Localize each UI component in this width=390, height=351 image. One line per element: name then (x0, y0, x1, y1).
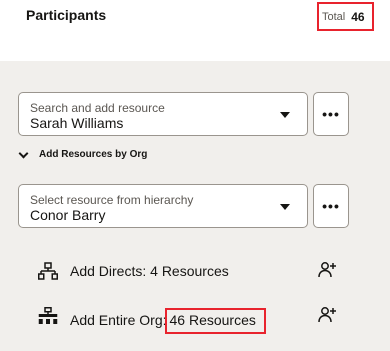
total-label: Total (322, 10, 346, 23)
add-directs-label: Add Directs: 4 Resources (70, 263, 229, 279)
participants-header: Participants Total 46 (0, 0, 390, 61)
total-summary: Total 46 (317, 2, 374, 31)
add-directs-row: Add Directs: 4 Resources (0, 256, 390, 286)
add-entire-org-prefix: Add Entire Org: (70, 312, 167, 328)
resource-search-more-button[interactable]: ••• (313, 92, 349, 136)
add-resources-by-org-toggle[interactable]: Add Resources by Org (18, 148, 148, 160)
org-chart-icon (38, 307, 58, 324)
page-title: Participants (26, 7, 107, 23)
hierarchy-select-value: Conor Barry (30, 207, 106, 223)
resource-search-label: Search and add resource (30, 101, 165, 115)
add-person-icon[interactable] (318, 261, 336, 279)
resource-search-select[interactable]: Search and add resource Sarah Williams (18, 92, 308, 136)
caret-down-icon[interactable] (280, 112, 290, 118)
add-entire-org-row: Add Entire Org: 46 Resources (0, 301, 390, 334)
hierarchy-select-label: Select resource from hierarchy (30, 193, 194, 207)
participants-body: Search and add resource Sarah Williams •… (0, 61, 390, 351)
total-count: 46 (351, 9, 365, 24)
add-person-icon[interactable] (318, 306, 336, 324)
add-entire-org-label: Add Entire Org: 46 Resources (70, 308, 266, 334)
caret-down-icon[interactable] (280, 204, 290, 210)
hierarchy-select[interactable]: Select resource from hierarchy Conor Bar… (18, 184, 308, 228)
chevron-down-icon (18, 148, 29, 158)
add-entire-org-count: 46 Resources (164, 308, 266, 334)
hierarchy-icon (38, 262, 58, 280)
add-resources-by-org-label: Add Resources by Org (39, 149, 148, 160)
resource-search-value: Sarah Williams (30, 115, 124, 131)
hierarchy-more-button[interactable]: ••• (313, 184, 349, 228)
